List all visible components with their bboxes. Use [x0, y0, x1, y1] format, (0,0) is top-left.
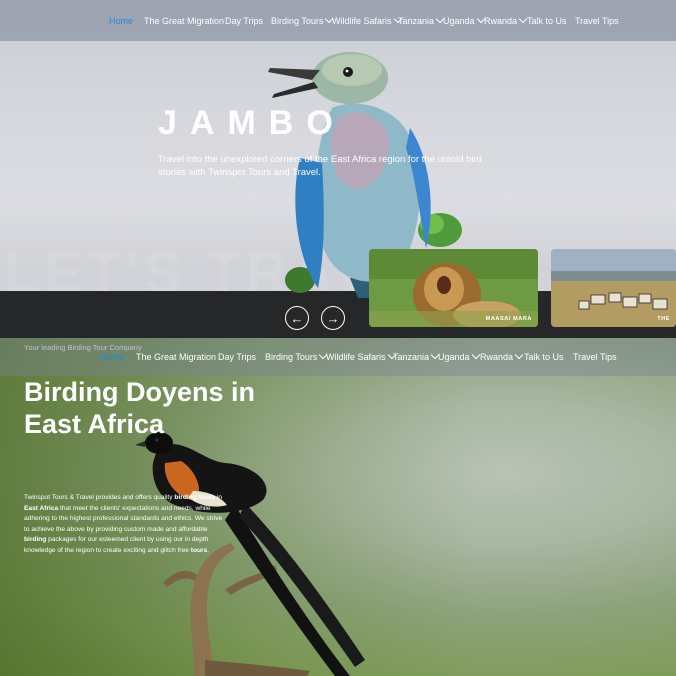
nav-label: Wildlife Safaris — [332, 15, 392, 26]
nav-birding-tours[interactable]: Birding Tours — [265, 350, 328, 362]
nav-birding-tours[interactable]: Birding Tours — [271, 14, 334, 26]
nav-home[interactable]: Home — [109, 16, 133, 26]
hero-title: JAMBO — [158, 104, 346, 142]
slider-next-button[interactable]: → — [321, 306, 345, 330]
nav-talk-to-us[interactable]: Talk to Us — [527, 16, 567, 26]
nav-tanzania[interactable]: Tanzania — [398, 14, 445, 26]
sticky-navbar: Home The Great Migration Day Trips Birdi… — [0, 338, 676, 376]
paragraph-bold-run: birding tours — [174, 494, 216, 501]
slider-prev-button[interactable]: ← — [285, 306, 309, 330]
paragraph-bold-run: East Africa — [24, 504, 59, 512]
nav-great-migration[interactable]: The Great Migration — [144, 16, 224, 26]
nav-label: Uganda — [438, 352, 470, 362]
nav-uganda[interactable]: Uganda — [438, 350, 480, 362]
section-paragraph: Twinspot Tours & Travel provides and off… — [24, 493, 224, 556]
paragraph-run: Twinspot Tours & Travel provides and off… — [24, 494, 175, 501]
paragraph-run: packages for our esteemed client by usin… — [24, 536, 209, 554]
nav-label: Tanzania — [393, 352, 430, 362]
nav-label: Rwanda — [484, 15, 518, 26]
paragraph-run: in — [215, 494, 223, 501]
paragraph-bold-run: birding — [24, 536, 47, 543]
nav-uganda[interactable]: Uganda — [443, 14, 485, 26]
nav-wildlife-safaris[interactable]: Wildlife Safaris — [326, 350, 396, 362]
nav-travel-tips[interactable]: Travel Tips — [575, 16, 619, 26]
destination-card-maasai-mara[interactable]: MAASAI MARA — [369, 249, 538, 327]
nav-rwanda[interactable]: Rwanda — [484, 14, 528, 26]
hero-subtitle: Travel into the unexplored corners of th… — [158, 154, 482, 178]
paragraph-bold-run: tours — [190, 546, 208, 554]
nav-day-trips[interactable]: Day Trips — [225, 16, 263, 26]
nav-great-migration[interactable]: The Great Migration — [136, 352, 216, 362]
nav-rwanda[interactable]: Rwanda — [480, 350, 524, 362]
chevron-down-icon — [518, 14, 528, 23]
card-label: MAASAI MARA — [485, 316, 532, 322]
nav-day-trips[interactable]: Day Trips — [218, 352, 256, 362]
destination-card-2[interactable]: THE — [551, 249, 676, 327]
nav-label: Birding Tours — [265, 352, 318, 362]
top-navbar: Home The Great Migration Day Trips Birdi… — [0, 0, 676, 41]
nav-label: Uganda — [443, 15, 475, 26]
nav-home[interactable]: Home — [100, 352, 124, 362]
nav-label: Tanzania — [398, 15, 435, 26]
nav-tanzania[interactable]: Tanzania — [393, 350, 440, 362]
paragraph-run: . — [207, 546, 210, 554]
nav-label: Birding Tours — [271, 15, 324, 26]
chevron-down-icon — [471, 350, 480, 360]
nav-talk-to-us[interactable]: Talk to Us — [524, 352, 564, 362]
nav-wildlife-safaris[interactable]: Wildlife Safaris — [332, 14, 402, 26]
card-label: THE — [657, 316, 670, 322]
section-heading: Birding Doyens in East Africa — [24, 377, 256, 439]
nav-travel-tips[interactable]: Travel Tips — [573, 352, 617, 362]
nav-label: Rwanda — [480, 352, 514, 362]
hero-slider: LET'S TRAVEL JAMBO Travel into the unexp… — [0, 0, 676, 338]
nav-label: Wildlife Safaris — [326, 352, 386, 362]
chevron-down-icon — [514, 350, 524, 360]
